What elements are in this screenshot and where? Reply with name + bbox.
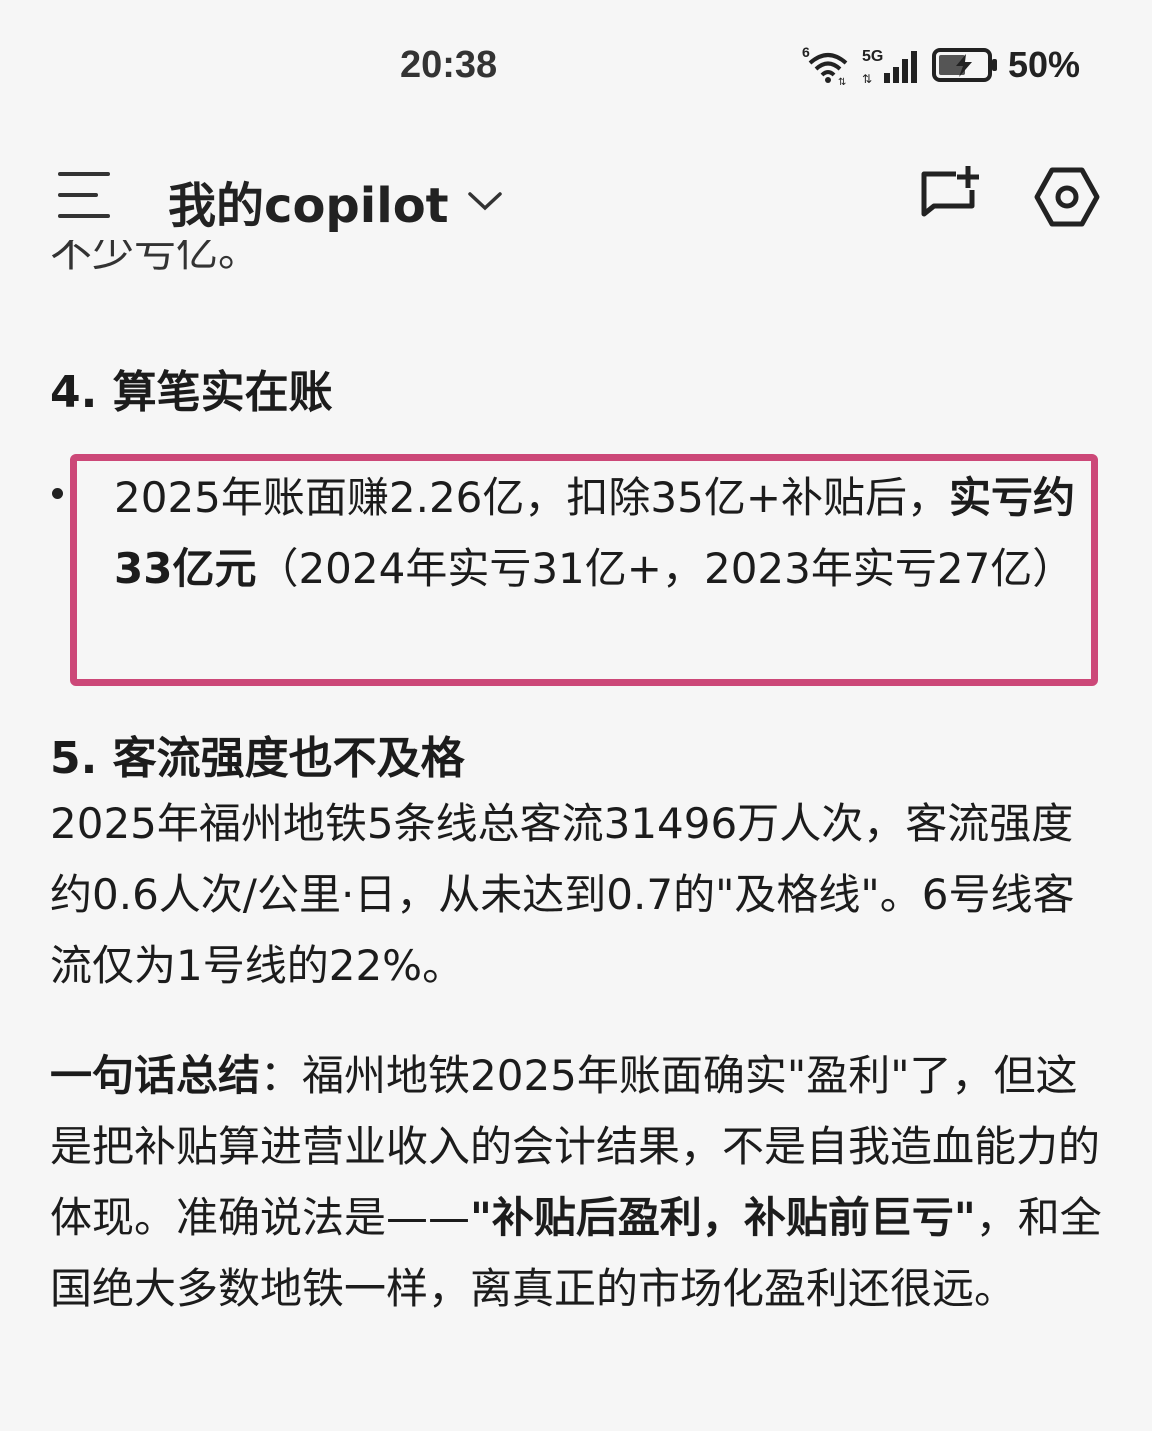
app-header: 我的copilot [0,140,1152,250]
cutoff-text-line: 不少亏亿。 [50,240,261,276]
status-time: 20:38 [400,44,498,86]
summary-bold: "补贴后盈利，补贴前巨亏" [470,1193,976,1242]
svg-text:⇅: ⇅ [862,72,872,85]
settings-icon[interactable] [1034,166,1100,228]
svg-text:6: 6 [802,45,810,60]
5g-signal-icon: 5G ⇅ [862,48,917,85]
section5-paragraph: 2025年福州地铁5条线总客流31496万人次，客流强度约0.6人次/公里·日，… [50,799,1075,990]
status-icons: 6 ⇅ 5G ⇅ 50% [802,44,1080,86]
bullet-text-part2: （2024年实亏31亿+，2023年实亏27亿） [256,544,1075,593]
svg-text:⇅: ⇅ [838,77,846,85]
summary-label: 一句话总结 [50,1051,261,1100]
svg-text:5G: 5G [862,48,883,65]
menu-icon[interactable] [58,172,110,222]
summary-paragraph: 一句话总结：福州地铁2025年账面确实"盈利"了，但这是把补贴算进营业收入的会计… [50,1040,1110,1324]
wifi-6-icon: 6 ⇅ [802,45,848,85]
app-title-text: 我的copilot [168,178,449,234]
section5-heading: 5. 客流强度也不及格 [50,733,465,784]
section4-bullet: 2025年账面赚2.26亿，扣除35亿+补贴后，实亏约33亿元（2024年实亏3… [114,462,1086,604]
chevron-down-icon [467,192,502,211]
section4-heading: 4. 算笔实在账 [50,367,333,418]
status-bar: 20:38 6 ⇅ 5G ⇅ 50% [0,0,1152,130]
app-title[interactable]: 我的copilot [168,166,503,236]
battery-charging-icon [931,48,997,82]
battery-percentage: 50% [1007,44,1080,85]
bullet-dot [52,488,63,499]
bullet-text-part1: 2025年账面赚2.26亿，扣除35亿+补贴后， [114,473,950,522]
new-chat-icon[interactable] [916,164,980,228]
